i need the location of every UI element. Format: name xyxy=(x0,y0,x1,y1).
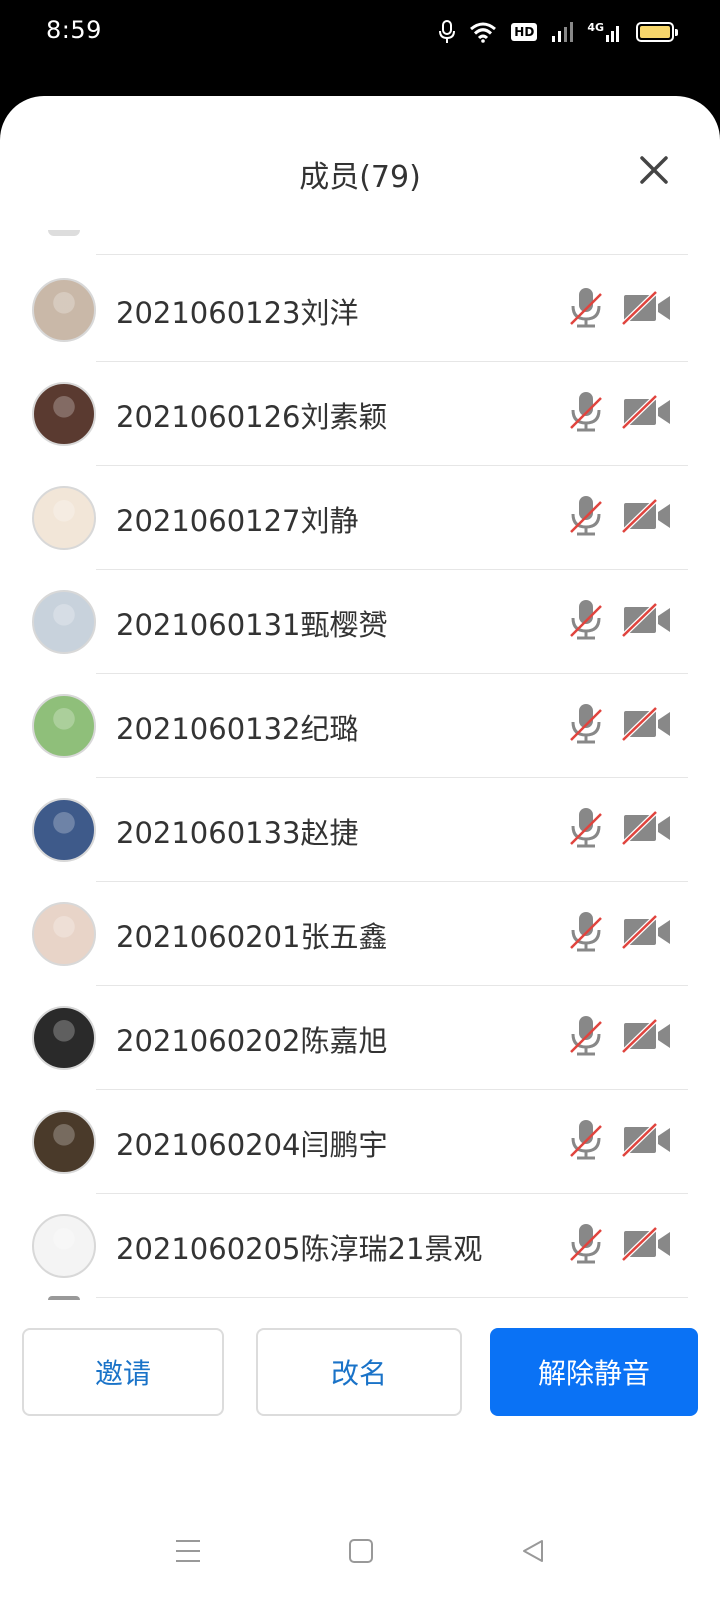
member-row[interactable]: 2021060202陈嘉旭 xyxy=(0,986,720,1090)
member-name: 2021060126刘素颖 xyxy=(116,400,388,434)
avatar xyxy=(32,1006,96,1070)
camera-off-icon[interactable] xyxy=(622,499,672,533)
mic-muted-icon[interactable] xyxy=(568,286,604,330)
sheet-header: 成员(79) xyxy=(0,96,720,238)
member-name: 2021060133赵捷 xyxy=(116,816,359,850)
close-icon[interactable] xyxy=(638,154,670,186)
mic-muted-icon[interactable] xyxy=(568,1118,604,1162)
member-name: 2021060201张五鑫 xyxy=(116,920,388,954)
network-label: 4G xyxy=(587,21,604,34)
member-name: 2021060131甄樱赟 xyxy=(116,608,388,642)
mic-muted-icon[interactable] xyxy=(568,806,604,850)
member-row[interactable]: 2021060201张五鑫 xyxy=(0,882,720,986)
mic-muted-icon[interactable] xyxy=(568,910,604,954)
partial-avatar xyxy=(48,230,80,236)
status-bar: 8:59 HD 4G xyxy=(0,0,720,64)
member-name: 2021060132纪璐 xyxy=(116,712,359,746)
members-sheet: 成员(79) 2021060123刘洋 2021060126刘素颖 20210601… xyxy=(0,96,720,1600)
camera-off-icon[interactable] xyxy=(622,1123,672,1157)
camera-off-icon[interactable] xyxy=(622,291,672,325)
mic-icon xyxy=(439,20,456,43)
member-row[interactable]: 2021060127刘静 xyxy=(0,466,720,570)
status-time: 8:59 xyxy=(46,16,102,44)
camera-off-icon[interactable] xyxy=(622,707,672,741)
avatar xyxy=(32,486,96,550)
member-name: 2021060202陈嘉旭 xyxy=(116,1024,388,1058)
member-name: 2021060205陈淳瑞21景观 xyxy=(116,1232,483,1266)
avatar xyxy=(32,1214,96,1278)
member-list[interactable]: 2021060123刘洋 2021060126刘素颖 2021060127刘静 202… xyxy=(0,230,720,1410)
mic-muted-icon[interactable] xyxy=(568,390,604,434)
battery-icon xyxy=(636,22,678,42)
mic-muted-icon[interactable] xyxy=(568,598,604,642)
member-row[interactable]: 2021060126刘素颖 xyxy=(0,362,720,466)
member-row[interactable]: 2021060205陈淳瑞21景观 xyxy=(0,1194,720,1298)
avatar xyxy=(32,902,96,966)
camera-off-icon[interactable] xyxy=(622,395,672,429)
avatar xyxy=(32,1110,96,1174)
sheet-title: 成员(79) xyxy=(299,160,421,195)
partial-avatar xyxy=(48,1296,80,1300)
back-icon[interactable] xyxy=(520,1538,546,1564)
member-row[interactable]: 2021060204闫鹏宇 xyxy=(0,1090,720,1194)
unmute-button[interactable]: 解除静音 xyxy=(490,1328,698,1416)
signal-icon xyxy=(552,22,574,42)
navigation-bar xyxy=(0,1504,720,1600)
menu-icon[interactable] xyxy=(174,1538,202,1564)
rename-button[interactable]: 改名 xyxy=(256,1328,462,1416)
mic-muted-icon[interactable] xyxy=(568,1222,604,1266)
camera-off-icon[interactable] xyxy=(622,811,672,845)
member-name: 2021060127刘静 xyxy=(116,504,359,538)
avatar xyxy=(32,590,96,654)
home-icon[interactable] xyxy=(348,1538,374,1564)
avatar xyxy=(32,694,96,758)
row-divider xyxy=(96,1297,688,1298)
member-row[interactable]: 2021060132纪璐 xyxy=(0,674,720,778)
camera-off-icon[interactable] xyxy=(622,603,672,637)
member-row[interactable]: 2021060133赵捷 xyxy=(0,778,720,882)
list-divider xyxy=(96,254,688,255)
member-name: 2021060204闫鹏宇 xyxy=(116,1128,388,1162)
member-row[interactable]: 2021060131甄樱赟 xyxy=(0,570,720,674)
hd-icon: HD xyxy=(511,23,538,41)
avatar xyxy=(32,798,96,862)
avatar xyxy=(32,278,96,342)
status-icons: HD 4G xyxy=(439,18,678,46)
wifi-icon xyxy=(470,22,497,43)
mic-muted-icon[interactable] xyxy=(568,1014,604,1058)
mic-muted-icon[interactable] xyxy=(568,494,604,538)
camera-off-icon[interactable] xyxy=(622,1019,672,1053)
member-row[interactable]: 2021060123刘洋 xyxy=(0,258,720,362)
signal-4g-icon: 4G xyxy=(587,21,622,43)
mic-muted-icon[interactable] xyxy=(568,702,604,746)
invite-button[interactable]: 邀请 xyxy=(22,1328,224,1416)
camera-off-icon[interactable] xyxy=(622,915,672,949)
avatar xyxy=(32,382,96,446)
camera-off-icon[interactable] xyxy=(622,1227,672,1261)
member-name: 2021060123刘洋 xyxy=(116,296,359,330)
